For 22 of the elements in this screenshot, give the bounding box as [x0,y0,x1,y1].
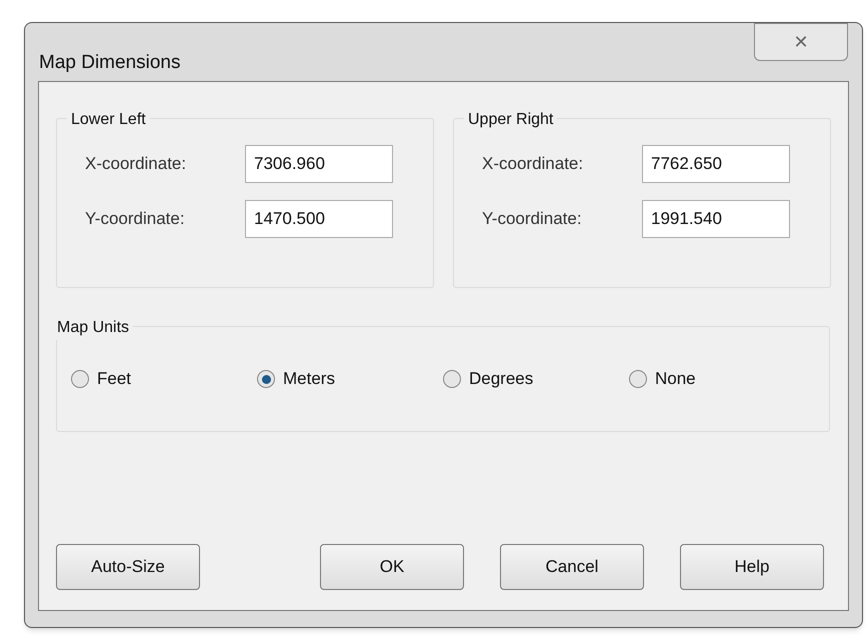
radio-option[interactable]: Meters [257,366,443,392]
radio-option[interactable]: Feet [71,366,257,392]
field-label: X-coordinate: [85,153,188,176]
coordinate-field[interactable]: 1470.500 [245,200,393,238]
dialog-button[interactable]: Auto-Size [56,544,200,590]
dialog-button[interactable]: Cancel [500,544,644,590]
field-label: X-coordinate: [482,153,584,176]
field-label: Y-coordinate: [482,208,583,230]
window-title: Map Dimensions [39,51,180,75]
radio-option[interactable]: Degrees [443,366,629,392]
field-label: Y-coordinate: [85,208,186,230]
coordinate-field[interactable]: 1991.540 [642,200,790,238]
dialog-button[interactable]: Help [680,544,824,590]
radio-option[interactable]: None [629,366,815,392]
radio-button[interactable] [257,370,275,388]
dialog-button[interactable]: OK [320,544,464,590]
radio-button[interactable] [443,370,461,388]
coordinate-field[interactable]: 7306.960 [245,145,393,183]
coordinate-field[interactable]: 7762.650 [642,145,790,183]
close-button[interactable]: ✕ [754,23,848,61]
radio-button[interactable] [71,370,89,388]
radio-button[interactable] [629,370,647,388]
